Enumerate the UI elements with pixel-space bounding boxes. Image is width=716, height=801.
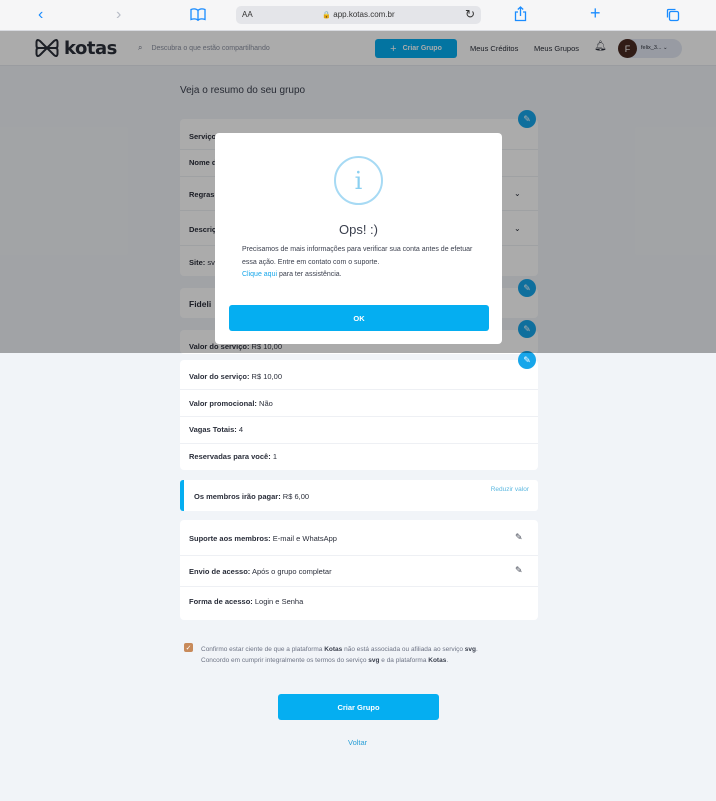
back-arrow-icon[interactable]: ‹: [38, 7, 43, 23]
new-tab-icon[interactable]: +: [590, 4, 601, 22]
member-support-row: Suporte aos membros: E-mail e WhatsApp: [189, 534, 337, 543]
reduce-value-link[interactable]: Reduzir valor: [491, 486, 529, 493]
members-pay-card: Os membros irão pagar: R$ 6,00 Reduzir v…: [180, 480, 538, 511]
url-domain: app.kotas.com.br: [333, 10, 395, 19]
divider: [180, 586, 538, 587]
access-delivery-row: Envio de acesso: Após o grupo completar: [189, 567, 332, 576]
access-method-row: Forma de acesso: Login e Senha: [189, 597, 304, 606]
terms-checkbox[interactable]: ✓: [184, 643, 193, 652]
promo-price-row: Valor promocional: Não: [189, 399, 273, 408]
terms-text: Confirmo estar ciente de que a plataform…: [201, 646, 478, 664]
bookmarks-icon[interactable]: [190, 8, 206, 21]
share-icon[interactable]: [514, 6, 527, 22]
pencil-icon: ✎: [523, 354, 531, 365]
submit-create-group-button[interactable]: Criar Grupo: [278, 694, 439, 720]
forward-arrow-icon[interactable]: ›: [116, 7, 121, 23]
info-icon: i: [334, 156, 383, 205]
service-price-row: Valor do serviço: R$ 10,00: [189, 372, 282, 381]
pencil-icon[interactable]: ✎: [515, 565, 523, 576]
support-link[interactable]: Clique aqui: [242, 271, 277, 278]
reserved-slots-row: Reservadas para você: 1: [189, 452, 277, 461]
ok-button[interactable]: OK: [229, 305, 489, 331]
browser-toolbar: ‹ › AA 🔒 app.kotas.com.br ↻ +: [0, 0, 716, 31]
check-icon: ✓: [185, 644, 192, 652]
alert-modal: i Ops! :) Precisamos de mais informações…: [215, 133, 502, 344]
modal-message: Precisamos de mais informações para veri…: [242, 246, 473, 278]
back-link[interactable]: Voltar: [348, 738, 367, 747]
divider: [180, 443, 538, 444]
divider: [180, 389, 538, 390]
reload-icon[interactable]: ↻: [465, 7, 475, 21]
total-slots-row: Vagas Totais: 4: [189, 425, 244, 434]
url-text: 🔒 app.kotas.com.br: [236, 10, 481, 19]
members-pay-row: Os membros irão pagar: R$ 6,00: [194, 492, 310, 501]
divider: [180, 416, 538, 417]
lock-icon: 🔒: [322, 12, 332, 19]
address-bar[interactable]: AA 🔒 app.kotas.com.br ↻: [236, 6, 481, 24]
edit-pricing-button[interactable]: ✎: [518, 351, 536, 369]
pencil-icon[interactable]: ✎: [515, 532, 523, 543]
divider: [180, 555, 538, 556]
support-card: Suporte aos membros: E-mail e WhatsApp ✎…: [180, 520, 538, 620]
pricing-card: Valor do serviço: R$ 10,00 Valor promoci…: [180, 360, 538, 470]
tabs-overview-icon[interactable]: [666, 8, 680, 22]
modal-title: Ops! :): [338, 222, 378, 237]
